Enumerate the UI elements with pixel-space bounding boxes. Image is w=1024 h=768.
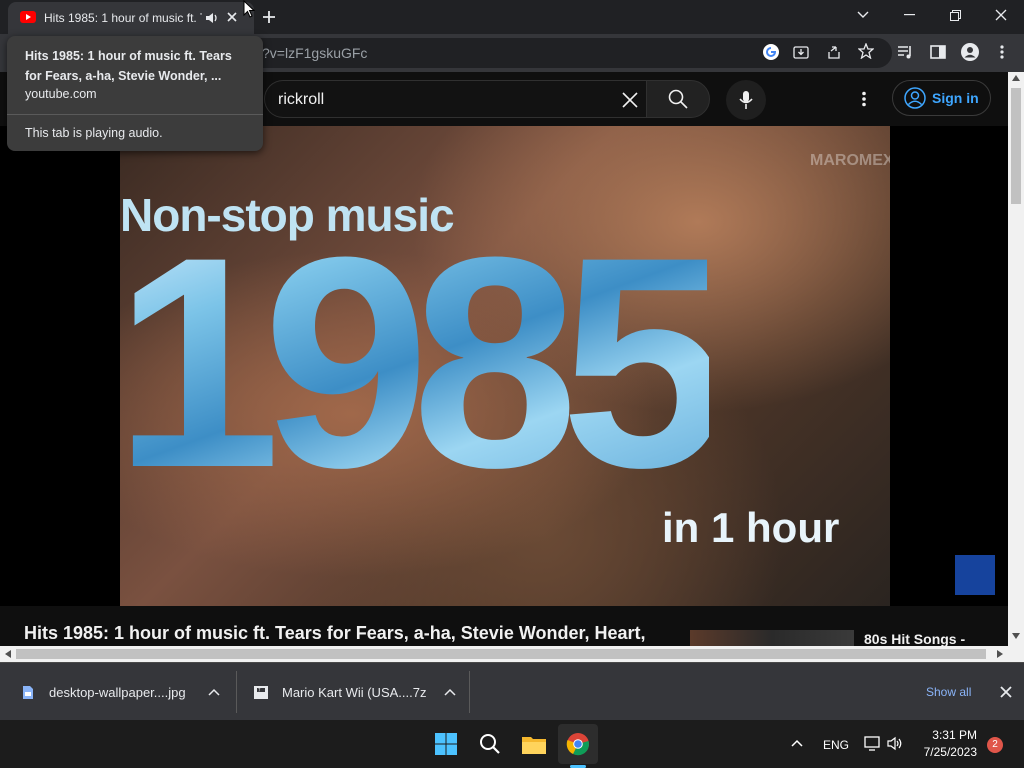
- archive-file-icon: 7: [254, 685, 268, 699]
- channel-logo-watermark[interactable]: [955, 555, 995, 595]
- close-shelf-icon[interactable]: [1000, 686, 1012, 698]
- youtube-favicon-icon: [20, 11, 36, 23]
- tab-hover-card: Hits 1985: 1 hour of music ft. Tears for…: [7, 36, 263, 151]
- vertical-scroll-thumb[interactable]: [1011, 88, 1021, 204]
- media-controls-icon[interactable]: [897, 44, 914, 60]
- sign-in-button[interactable]: Sign in: [892, 80, 991, 116]
- profile-icon[interactable]: [960, 42, 980, 62]
- video-title: Hits 1985: 1 hour of music ft. Tears for…: [24, 623, 646, 643]
- mouse-cursor-icon: [243, 0, 255, 18]
- chrome-icon: [566, 733, 589, 756]
- clock-time[interactable]: 3:31 PM: [910, 728, 977, 742]
- hover-card-title: Hits 1985: 1 hour of music ft. Tears for…: [25, 49, 232, 83]
- chevron-up-icon[interactable]: [208, 688, 220, 696]
- volume-icon[interactable]: [887, 736, 903, 751]
- show-hidden-icons-icon[interactable]: [791, 739, 803, 747]
- restore-icon: [949, 9, 961, 21]
- share-icon[interactable]: [826, 44, 842, 60]
- video-player[interactable]: MAROMEX 1985 Non-stop music in 1 hour: [0, 126, 1008, 606]
- clock-date[interactable]: 7/25/2023: [910, 745, 977, 759]
- scroll-right-arrow-icon[interactable]: [997, 650, 1003, 658]
- hover-card-divider: [7, 114, 263, 115]
- chevron-down-icon: [857, 11, 869, 18]
- restore-button[interactable]: [932, 0, 978, 30]
- hover-card-audio-notice: This tab is playing audio.: [25, 126, 163, 140]
- download-item[interactable]: 7 Mario Kart Wii (USA....7z: [253, 663, 456, 721]
- close-tab-icon[interactable]: [226, 11, 238, 23]
- minimize-button[interactable]: [886, 0, 932, 30]
- more-options-icon[interactable]: [861, 91, 867, 107]
- download-file-name: Mario Kart Wii (USA....7z: [282, 684, 427, 700]
- file-explorer-button[interactable]: [514, 724, 554, 764]
- chevron-up-icon[interactable]: [444, 688, 456, 696]
- close-window-button[interactable]: [978, 0, 1024, 30]
- language-indicator[interactable]: ENG: [823, 738, 849, 752]
- chrome-menu-icon[interactable]: [999, 44, 1005, 60]
- scroll-down-arrow-icon[interactable]: [1012, 633, 1020, 639]
- download-divider: [469, 671, 470, 713]
- search-icon: [668, 89, 688, 109]
- search-input[interactable]: rickroll: [264, 80, 646, 118]
- download-divider: [236, 671, 237, 713]
- tab-search-button[interactable]: [840, 0, 886, 30]
- new-tab-icon[interactable]: [262, 10, 276, 24]
- google-icon[interactable]: [762, 43, 780, 61]
- microphone-icon: [739, 91, 753, 109]
- side-panel-icon[interactable]: [930, 44, 946, 60]
- windows-taskbar: ENG 3:31 PM 7/25/2023 2: [0, 720, 1024, 768]
- show-all-downloads-link[interactable]: Show all: [926, 685, 971, 699]
- tab-title: Hits 1985: 1 hour of music ft. Tears for…: [44, 11, 202, 25]
- search-icon: [480, 734, 500, 754]
- voice-search-button[interactable]: [726, 80, 766, 120]
- scroll-up-arrow-icon[interactable]: [1012, 75, 1020, 81]
- close-icon: [995, 9, 1007, 21]
- recommended-video-title[interactable]: 80s Hit Songs -: [864, 631, 965, 647]
- hover-card-domain: youtube.com: [25, 87, 97, 101]
- video-frame[interactable]: MAROMEX 1985 Non-stop music in 1 hour: [120, 126, 890, 606]
- search-button[interactable]: [646, 80, 710, 118]
- search-query: rickroll: [278, 91, 325, 108]
- folder-icon: [522, 737, 546, 754]
- video-watermark: MAROMEX: [810, 152, 890, 169]
- download-file-name: desktop-wallpaper....jpg: [49, 684, 186, 700]
- clear-search-icon[interactable]: [621, 91, 639, 109]
- start-button[interactable]: [426, 724, 466, 764]
- horizontal-scroll-thumb[interactable]: [16, 649, 986, 659]
- video-overlay-heading: Non-stop music: [120, 189, 455, 241]
- url-text[interactable]: ?v=lzF1gskuGFc: [262, 45, 367, 61]
- browser-tab-strip: Hits 1985: 1 hour of music ft. Tears for…: [0, 0, 1024, 34]
- chrome-taskbar-button[interactable]: [558, 724, 598, 764]
- video-overlay-subheading: in 1 hour: [662, 504, 840, 551]
- image-file-icon: [23, 685, 33, 699]
- download-shelf: desktop-wallpaper....jpg 7 Mario Kart Wi…: [0, 662, 1024, 720]
- speaker-audio-icon[interactable]: [205, 11, 219, 25]
- notification-badge[interactable]: 2: [987, 737, 1003, 753]
- network-icon[interactable]: [864, 736, 880, 751]
- video-overlay-year: 1985: [120, 212, 727, 512]
- account-icon: [904, 87, 926, 109]
- download-item[interactable]: desktop-wallpaper....jpg: [22, 663, 220, 721]
- bookmark-star-icon[interactable]: [858, 43, 874, 59]
- browser-tab[interactable]: Hits 1985: 1 hour of music ft. Tears for…: [8, 2, 254, 34]
- windows-logo-icon: [435, 733, 457, 755]
- install-app-icon[interactable]: [793, 44, 809, 60]
- minimize-icon: [903, 14, 915, 16]
- taskbar-search-button[interactable]: [470, 724, 510, 764]
- sign-in-label: Sign in: [932, 90, 979, 106]
- scroll-left-arrow-icon[interactable]: [5, 650, 11, 658]
